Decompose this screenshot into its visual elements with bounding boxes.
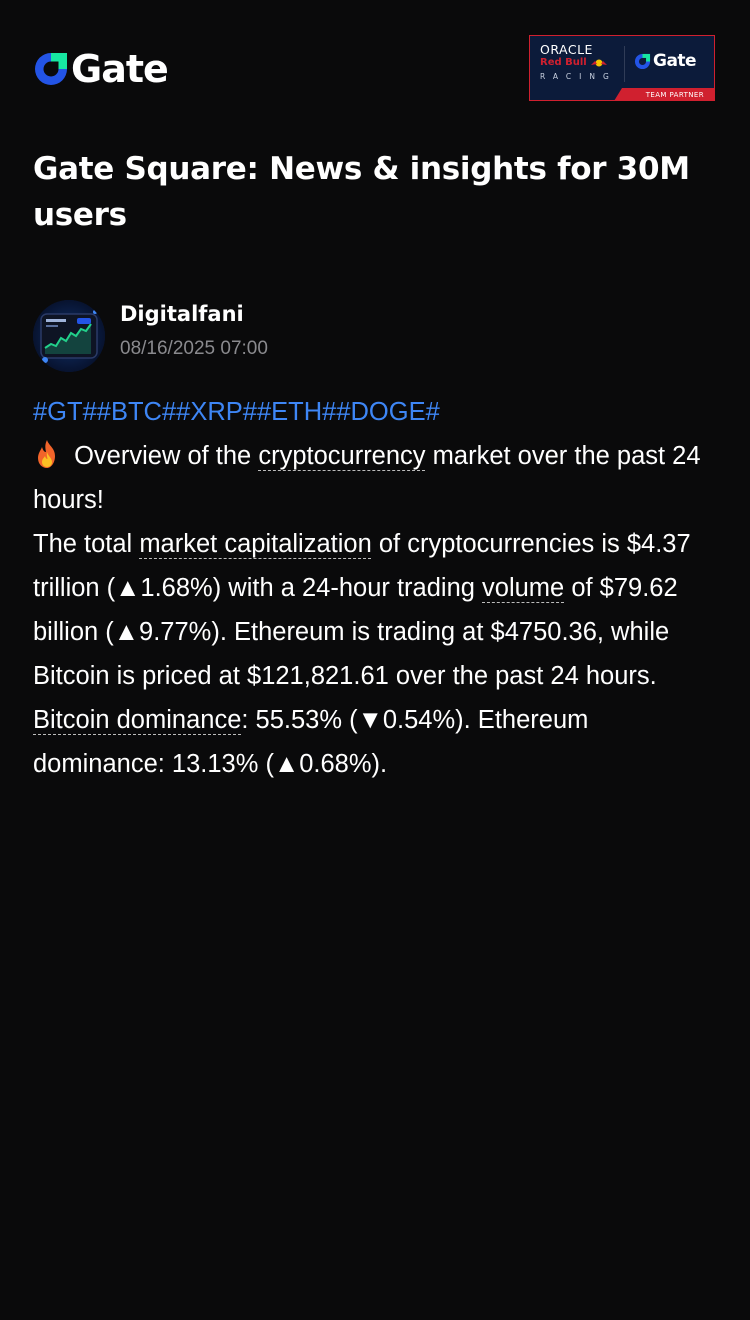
post-page: Gate ORACLE Red Bull RACING Gate TEAM PA… <box>0 0 750 1320</box>
gate-g-small-icon <box>634 53 651 69</box>
redbull-bull-icon <box>590 59 607 66</box>
hashtag-list: #GT##BTC##XRP##ETH##DOGE# <box>33 390 717 434</box>
avatar[interactable] <box>33 300 105 372</box>
partner-redbull-text: Red Bull <box>540 57 608 68</box>
trading-chart-avatar <box>33 300 105 372</box>
partner-gate-label: Gate <box>653 51 697 71</box>
post-text-a: The total <box>33 530 140 558</box>
gate-g-icon <box>35 53 67 85</box>
hashtag-xrp[interactable]: #XRP# <box>176 398 257 426</box>
post-body: #GT##BTC##XRP##ETH##DOGE# 🔥 Overview of … <box>33 390 717 786</box>
post-intro-text: Overview of the <box>67 442 259 470</box>
partner-divider <box>624 46 625 82</box>
partner-oracle-text: ORACLE <box>540 42 593 57</box>
gate-wordmark: Gate <box>71 47 169 91</box>
hashtag-eth[interactable]: #ETH# <box>257 398 336 426</box>
gate-logo[interactable]: Gate <box>33 47 169 91</box>
hashtag-doge[interactable]: #DOGE# <box>336 398 439 426</box>
term-cryptocurrency[interactable]: cryptocurrency <box>258 442 425 470</box>
redbull-label: Red Bull <box>540 57 587 68</box>
partner-racing-text: RACING <box>540 72 617 81</box>
author-meta: Digitalfani 08/16/2025 07:00 <box>120 302 268 361</box>
post-timestamp: 08/16/2025 07:00 <box>120 338 268 359</box>
team-partner-label: TEAM PARTNER <box>645 91 704 99</box>
hashtag-gt[interactable]: #GT# <box>33 398 97 426</box>
header: Gate ORACLE Red Bull RACING Gate TEAM PA… <box>33 35 715 101</box>
page-title: Gate Square: News & insights for 30M use… <box>33 151 690 233</box>
term-market-capitalization[interactable]: market capitalization <box>139 530 371 558</box>
oracle-red-bull-team-partner-badge[interactable]: ORACLE Red Bull RACING Gate TEAM PARTNER <box>529 35 715 101</box>
hashtag-btc[interactable]: #BTC# <box>97 398 176 426</box>
term-bitcoin-dominance[interactable]: Bitcoin dominance <box>33 706 241 734</box>
author-name[interactable]: Digitalfani <box>120 301 268 327</box>
author-block: Digitalfani 08/16/2025 07:00 <box>33 300 268 372</box>
fire-emoji-icon <box>38 440 55 468</box>
partner-gate-logo: Gate <box>634 51 697 71</box>
term-volume[interactable]: volume <box>482 574 564 602</box>
